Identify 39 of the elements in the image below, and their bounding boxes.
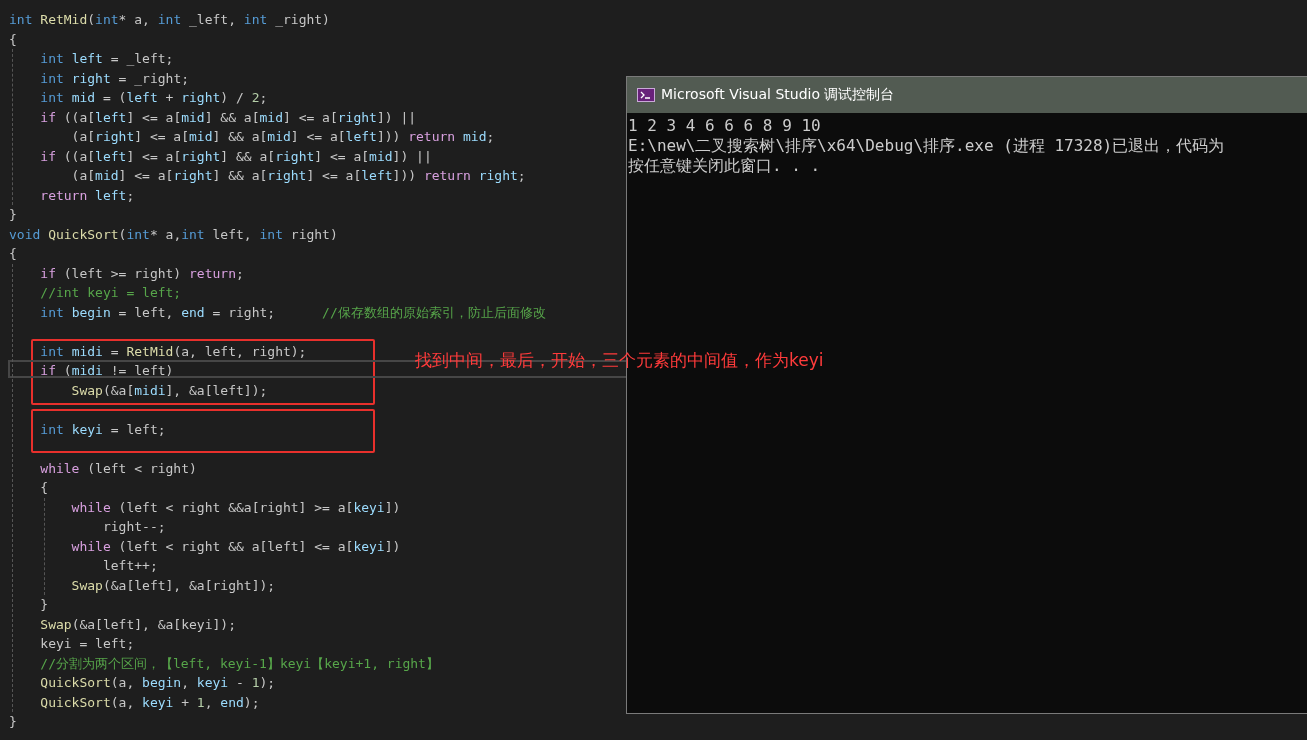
code-line: while (left < right && a[left] <= a[keyi]) [70, 537, 401, 556]
code-line: while (left < right &&a[right] >= a[keyi]) [70, 498, 401, 517]
code-line: keyi = left; [39, 635, 135, 653]
code-line: Swap(&a[left], &a[keyi]); [39, 615, 236, 634]
code-line: { [39, 479, 49, 497]
code-line: } [9, 713, 17, 731]
code-line: } [9, 206, 17, 224]
console-output-line: E:\new\二叉搜索树\排序\x64\Debug\排序.exe (进程 17328)已退出，代码为 [628, 136, 1225, 156]
code-line: { [9, 245, 17, 263]
code-line: void QuickSort(int* a,int left, int right) [9, 225, 338, 244]
code-line: int left = _left; [39, 50, 174, 68]
code-line: //分割为两个区间，【left, keyi-1】keyi【keyi+1, right】 [39, 654, 439, 673]
code-line: { [9, 30, 17, 49]
code-line: (a[right] <= a[mid] && a[mid] <= a[left])) return mid; [70, 128, 495, 146]
code-line: if (left >= right) return; [39, 264, 244, 283]
code-line: int mid = (left + right) / 2; [39, 89, 268, 107]
code-line: //int keyi = left; [39, 284, 182, 302]
code-line: if ((a[left] <= a[right] && a[right] <= a[mid]) || [39, 147, 432, 166]
code-line: int right = _right; [39, 69, 190, 88]
code-line: if ((a[left] <= a[mid] && a[mid] <= a[right]) || [39, 108, 417, 127]
annotation-text: 找到中间，最后，开始，三个元素的中间值，作为keyi [415, 349, 824, 372]
code-line: if (midi != left) [39, 362, 174, 380]
code-line: return left; [39, 186, 135, 205]
code-line: Swap(&a[left], &a[right]); [70, 576, 276, 595]
code-line: left++; [101, 557, 158, 575]
console-output-line: 1 2 3 4 6 6 6 8 9 10 [628, 116, 821, 136]
code-line: right--; [101, 518, 166, 536]
code-line: QuickSort(a, begin, keyi - 1); [39, 674, 276, 692]
code-line: (a[mid] <= a[right] && a[right] <= a[left])) return right; [70, 167, 526, 185]
code-line: int midi = RetMid(a, left, right); [39, 342, 307, 361]
console-output-line: 按任意键关闭此窗口. . . [628, 156, 821, 176]
code-line: } [39, 596, 49, 614]
code-line: int keyi = left; [39, 420, 166, 439]
code-line: while (left < right) [39, 459, 197, 478]
code-line: int begin = left, end = right; //保存数组的原始索引，防止后面修改 [39, 303, 546, 322]
window-title: Microsoft Visual Studio 调试控制台 [661, 86, 895, 104]
code-line: int RetMid(int* a, int _left, int _right) [9, 11, 330, 29]
code-line: QuickSort(a, keyi + 1, end); [39, 693, 260, 712]
code-line: Swap(&a[midi], &a[left]); [70, 381, 268, 400]
